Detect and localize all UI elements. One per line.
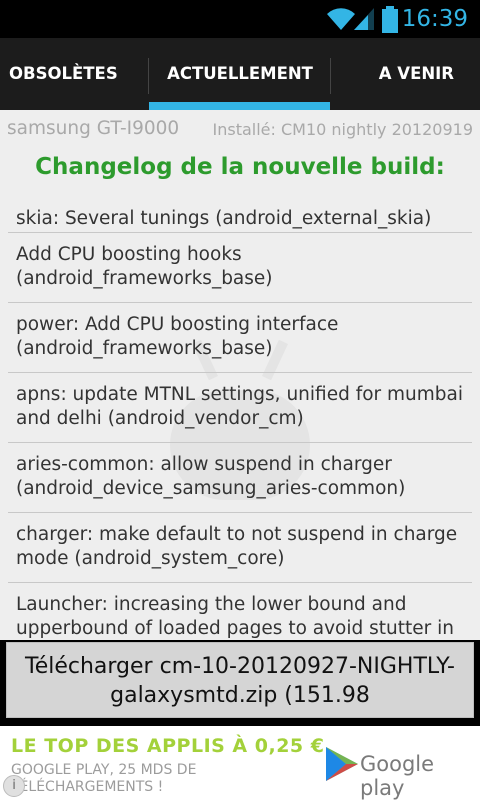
- device-info-row: samsung GT-I9000 Installé: CM10 nightly …: [0, 118, 480, 148]
- installed-version: Installé: CM10 nightly 20120919: [212, 120, 474, 139]
- tab-bar: OBSOLÈTES ACTUELLEMENT A VENIR: [0, 38, 480, 110]
- list-item: skia: Several tunings (android_external_…: [8, 197, 472, 233]
- list-item: apns: update MTNL settings, unified for …: [8, 373, 472, 443]
- tab-a-venir[interactable]: A VENIR: [332, 38, 480, 110]
- tab-obsoletes[interactable]: OBSOLÈTES: [0, 38, 148, 110]
- ad-info-icon[interactable]: i: [3, 775, 25, 797]
- tab-actuellement[interactable]: ACTUELLEMENT: [150, 38, 330, 110]
- changelog-title: Changelog de la nouvelle build:: [35, 154, 445, 180]
- tab-divider: [148, 58, 149, 94]
- list-item: power: Add CPU boosting interface (andro…: [8, 303, 472, 373]
- list-item: Launcher: increasing the lower bound and…: [16, 594, 454, 639]
- ad-headline: LE TOP DES APPLIS À 0,25 €: [11, 735, 325, 757]
- changelog-list[interactable]: skia: Several tunings (android_external_…: [8, 197, 472, 640]
- status-bar: 16:39: [0, 0, 480, 38]
- battery-icon: [382, 6, 398, 33]
- ad-banner[interactable]: LE TOP DES APPLIS À 0,25 € GOOGLE PLAY, …: [0, 726, 480, 800]
- clock: 16:39: [401, 6, 468, 32]
- list-item: aries-common: allow suspend in charger (…: [8, 443, 472, 513]
- tab-divider: [330, 58, 331, 94]
- active-tab-indicator: [149, 102, 330, 110]
- download-button[interactable]: Télécharger cm-10-20120927-NIGHTLY-galax…: [6, 642, 474, 718]
- content-area[interactable]: samsung GT-I9000 Installé: CM10 nightly …: [0, 110, 480, 640]
- list-item: Add CPU boosting hooks (android_framewor…: [8, 233, 472, 303]
- device-name: samsung GT-I9000: [7, 118, 180, 139]
- signal-icon: [354, 8, 374, 30]
- google-play-label: Google play: [360, 752, 435, 800]
- google-play-icon: [326, 747, 358, 781]
- list-item: charger: make default to not suspend in …: [8, 513, 472, 583]
- ad-subtext: GOOGLE PLAY, 25 MDS DE TÉLÉCHARGEMENTS !: [11, 762, 197, 795]
